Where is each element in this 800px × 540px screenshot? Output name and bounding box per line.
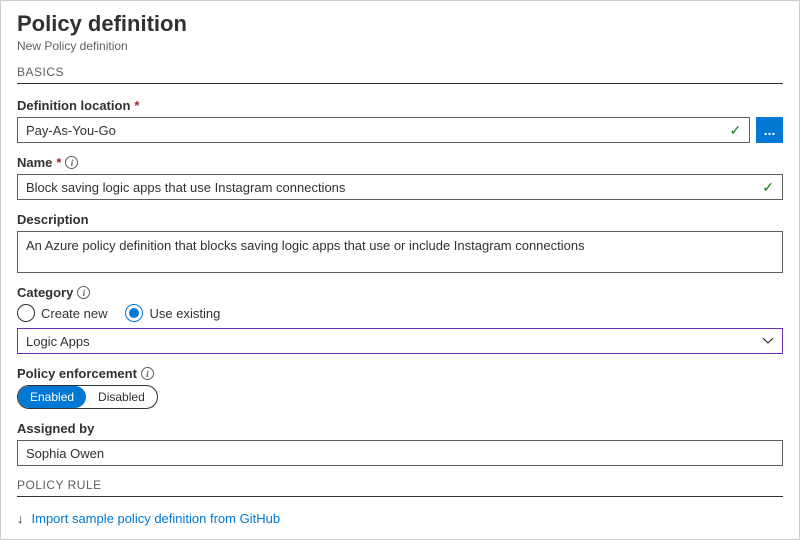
assigned-by-value: Sophia Owen (26, 446, 104, 461)
category-value: Logic Apps (26, 334, 90, 349)
import-sample-link[interactable]: ↓ Import sample policy definition from G… (17, 511, 783, 526)
category-select[interactable]: Logic Apps (17, 328, 783, 354)
name-label: Name * i (17, 155, 783, 170)
label-text: Description (17, 212, 89, 227)
name-value: Block saving logic apps that use Instagr… (26, 180, 345, 195)
page-subtitle: New Policy definition (17, 39, 783, 53)
radio-icon (125, 304, 143, 322)
radio-icon (17, 304, 35, 322)
definition-location-browse-button[interactable]: ... (756, 117, 783, 143)
description-label: Description (17, 212, 783, 227)
info-icon[interactable]: i (77, 286, 90, 299)
definition-location-label: Definition location * (17, 98, 783, 113)
label-text: Name (17, 155, 52, 170)
check-icon: ✓ (724, 122, 742, 139)
radio-label: Create new (41, 306, 107, 321)
label-text: Category (17, 285, 73, 300)
info-icon[interactable]: i (65, 156, 78, 169)
radio-label: Use existing (149, 306, 220, 321)
assigned-by-input[interactable]: Sophia Owen (17, 440, 783, 466)
toggle-enabled[interactable]: Enabled (18, 386, 86, 408)
label-text: Assigned by (17, 421, 94, 436)
description-input[interactable]: An Azure policy definition that blocks s… (17, 231, 783, 273)
label-text: Definition location (17, 98, 130, 113)
check-icon: ✓ (756, 179, 774, 196)
name-input[interactable]: Block saving logic apps that use Instagr… (17, 174, 783, 200)
definition-location-value: Pay-As-You-Go (26, 123, 116, 138)
field-assigned-by: Assigned by Sophia Owen (17, 421, 783, 466)
field-definition-location: Definition location * Pay-As-You-Go ✓ ..… (17, 98, 783, 143)
download-icon: ↓ (17, 511, 24, 526)
assigned-by-label: Assigned by (17, 421, 783, 436)
required-indicator: * (56, 155, 61, 170)
toggle-disabled[interactable]: Disabled (86, 386, 157, 408)
chevron-down-icon (762, 335, 774, 347)
description-value: An Azure policy definition that blocks s… (26, 238, 585, 253)
import-link-text: Import sample policy definition from Git… (32, 511, 281, 526)
section-policy-rule-header: POLICY RULE (17, 478, 783, 497)
label-text: Policy enforcement (17, 366, 137, 381)
field-policy-enforcement: Policy enforcement i Enabled Disabled (17, 366, 783, 409)
page-title: Policy definition (17, 11, 783, 37)
policy-enforcement-toggle[interactable]: Enabled Disabled (17, 385, 158, 409)
definition-location-input[interactable]: Pay-As-You-Go ✓ (17, 117, 750, 143)
category-radio-group: Create new Use existing (17, 304, 783, 322)
policy-enforcement-label: Policy enforcement i (17, 366, 783, 381)
field-description: Description An Azure policy definition t… (17, 212, 783, 273)
section-basics-header: BASICS (17, 65, 783, 84)
category-radio-create-new[interactable]: Create new (17, 304, 107, 322)
category-radio-use-existing[interactable]: Use existing (125, 304, 220, 322)
info-icon[interactable]: i (141, 367, 154, 380)
category-label: Category i (17, 285, 783, 300)
field-name: Name * i Block saving logic apps that us… (17, 155, 783, 200)
field-category: Category i Create new Use existing Logic… (17, 285, 783, 354)
required-indicator: * (134, 98, 139, 113)
